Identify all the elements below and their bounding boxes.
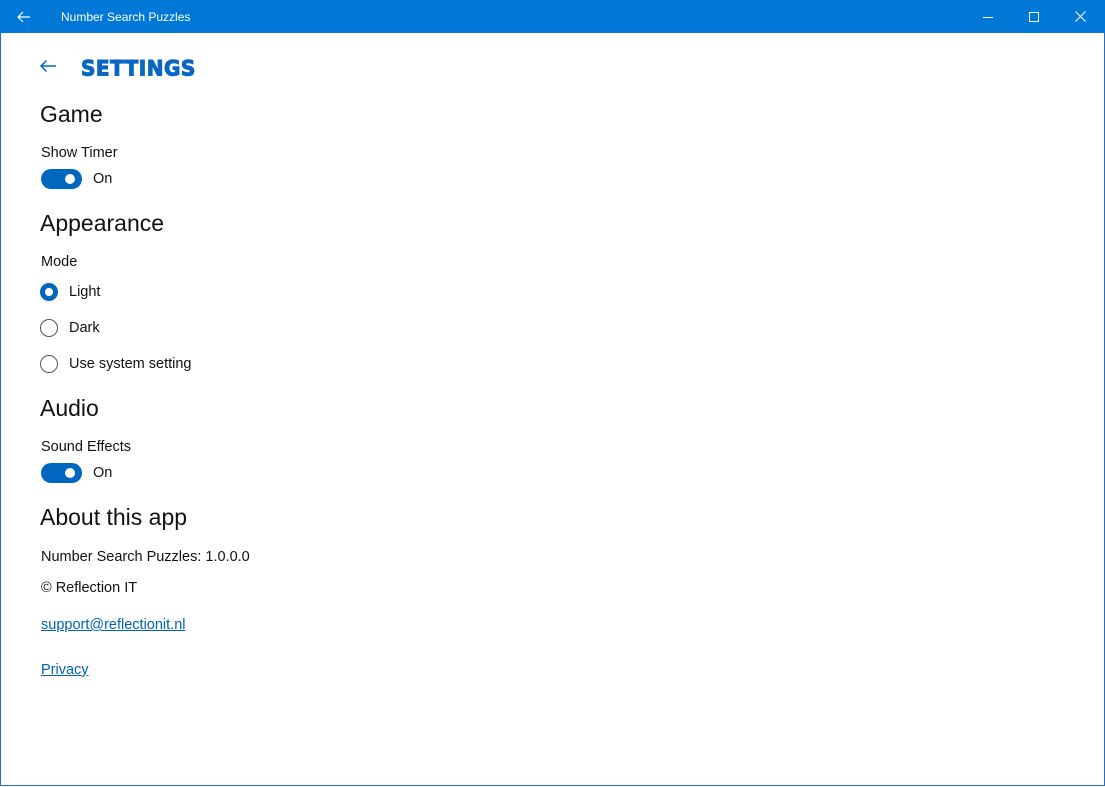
maximize-icon <box>1029 11 1039 22</box>
section-heading-about: About this app <box>40 504 188 530</box>
privacy-link[interactable]: Privacy <box>41 662 89 678</box>
version-text: Number Search Puzzles: 1.0.0.0 <box>41 549 250 565</box>
sound-effects-label: Sound Effects <box>41 439 132 455</box>
radio-button-checked[interactable] <box>40 283 58 301</box>
radio-system-label: Use system setting <box>69 356 192 372</box>
sound-effects-state: On <box>93 465 113 481</box>
page-title: Settings <box>81 47 196 84</box>
section-heading-appearance: Appearance <box>40 210 165 236</box>
arrow-left-icon <box>39 59 56 73</box>
radio-light[interactable]: Light <box>40 281 100 303</box>
titlebar-back-button[interactable] <box>0 0 48 33</box>
toggle-knob <box>65 468 75 478</box>
title-bar: Number Search Puzzles <box>0 0 1105 33</box>
radio-dark-label: Dark <box>69 320 100 336</box>
close-button[interactable] <box>1057 0 1103 33</box>
app-window <box>0 0 1105 786</box>
section-heading-game: Game <box>40 101 103 127</box>
arrow-left-icon <box>17 11 30 22</box>
show-timer-state: On <box>93 171 113 187</box>
radio-button[interactable] <box>40 355 58 373</box>
show-timer-label: Show Timer <box>41 145 118 161</box>
radio-light-label: Light <box>69 284 101 300</box>
close-icon <box>1074 11 1086 22</box>
app-title: Number Search Puzzles <box>61 10 191 24</box>
section-heading-audio: Audio <box>40 395 99 421</box>
copyright-text: © Reflection IT <box>41 580 138 596</box>
maximize-button[interactable] <box>1011 0 1057 33</box>
minimize-button[interactable] <box>965 0 1011 33</box>
page-back-button[interactable] <box>35 53 61 79</box>
toggle-knob <box>65 174 75 184</box>
radio-button[interactable] <box>40 319 58 337</box>
mode-label: Mode <box>41 254 78 270</box>
radio-system[interactable]: Use system setting <box>40 353 192 375</box>
minimize-icon <box>983 16 993 18</box>
sound-effects-toggle[interactable] <box>41 463 82 483</box>
show-timer-toggle[interactable] <box>41 169 82 189</box>
support-email-link[interactable]: support@reflectionit.nl <box>41 617 185 633</box>
radio-dark[interactable]: Dark <box>40 317 100 339</box>
